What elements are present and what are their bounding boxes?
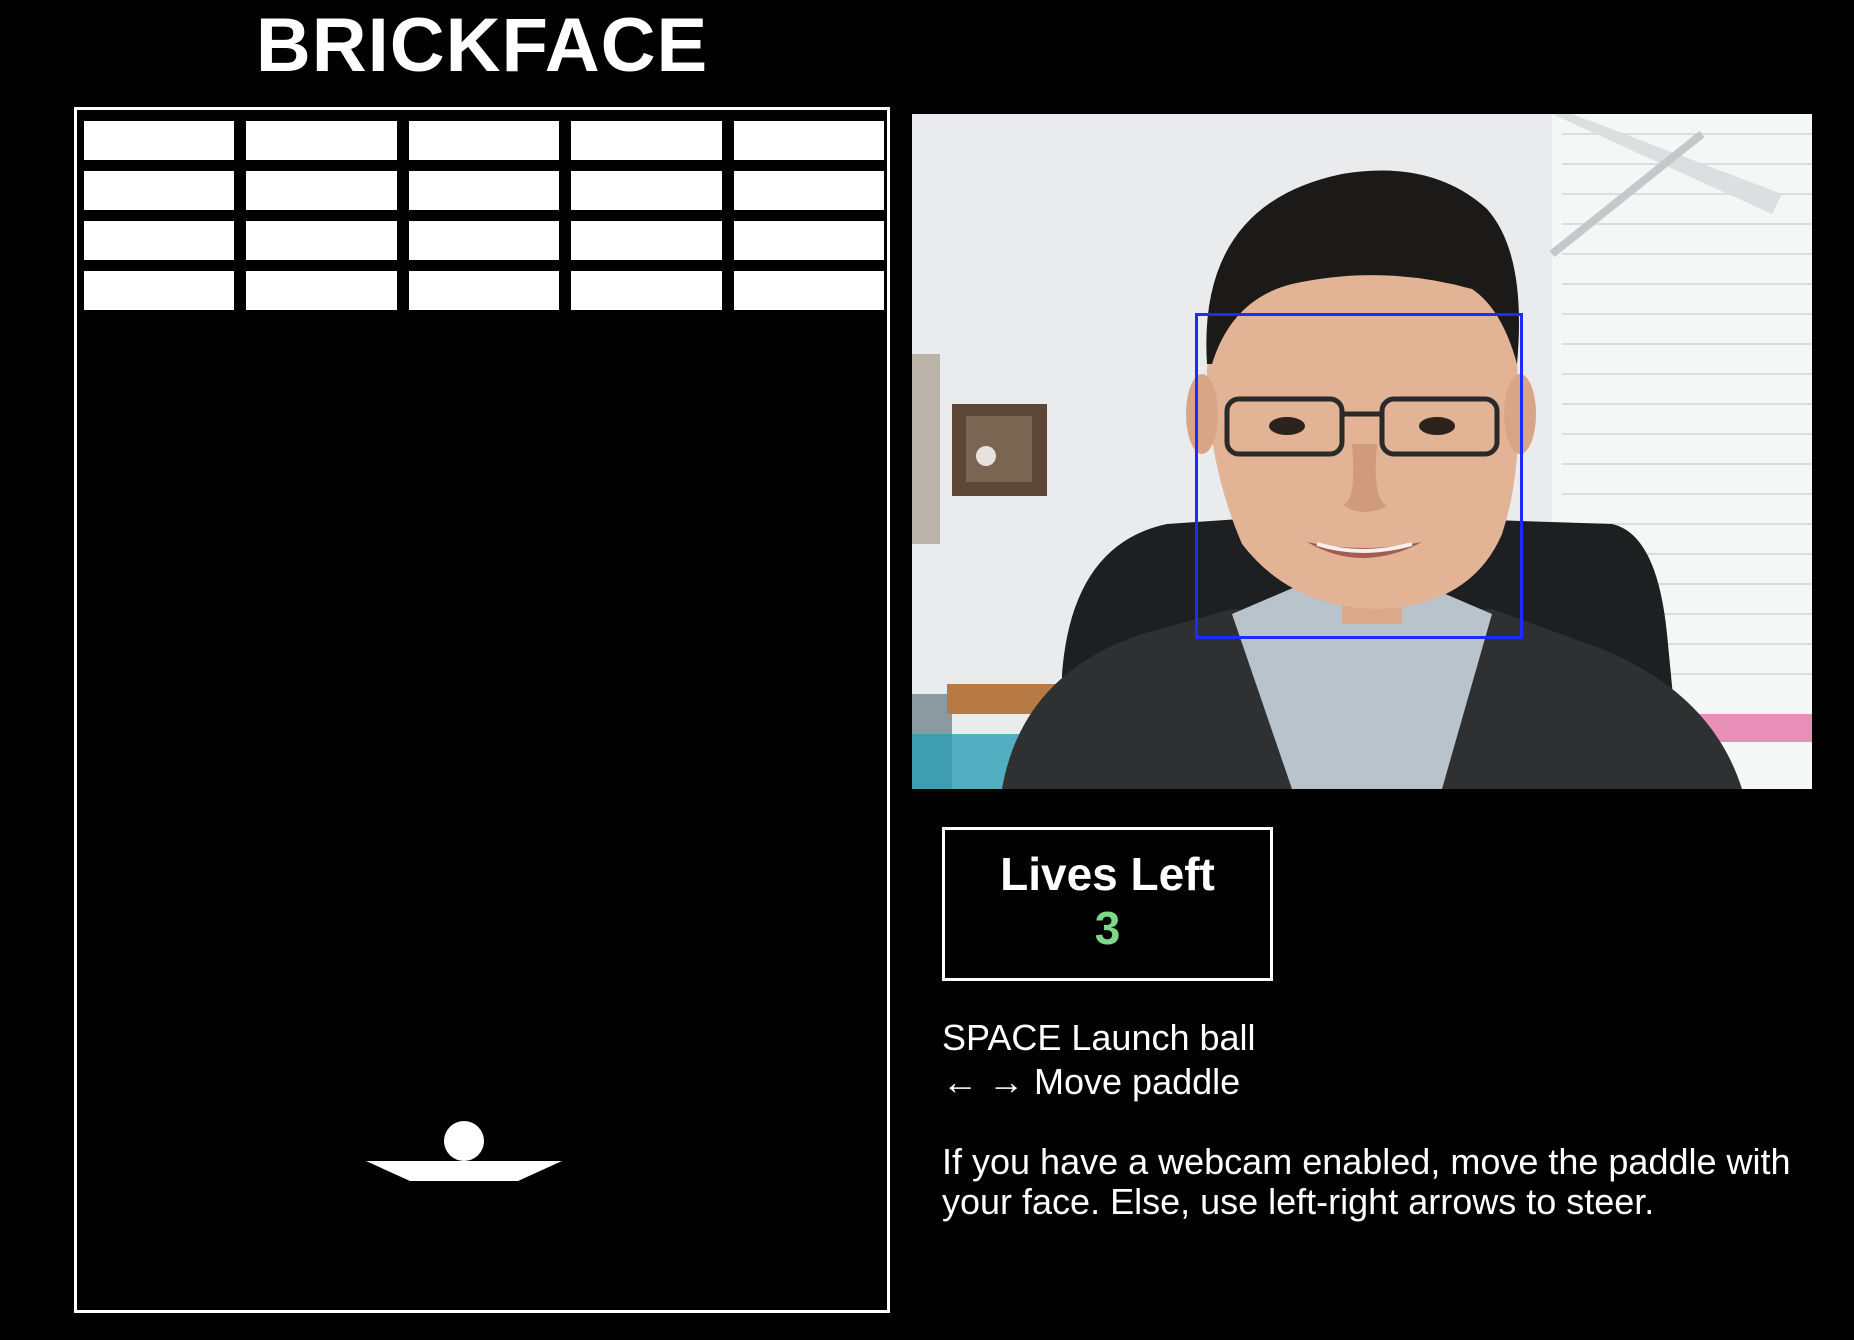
control-key: SPACE [942,1017,1062,1058]
brick [571,121,722,160]
game-title: BRICKFACE [255,3,709,88]
brick [84,221,235,260]
lives-panel: Lives Left 3 [942,827,1273,981]
brick [571,271,722,310]
controls-list: SPACE Launch ball ← → Move paddle [942,1016,1256,1104]
brick [408,221,560,260]
brick [84,121,235,160]
brick [246,121,397,160]
brick [733,171,884,210]
control-move: ← → Move paddle [942,1060,1256,1104]
help-text: If you have a webcam enabled, move the p… [942,1141,1791,1222]
brick [408,271,560,310]
brick [84,171,235,210]
control-action: Launch ball [1071,1017,1256,1058]
webcam-feed [912,114,1812,789]
control-action: Move paddle [1034,1061,1241,1102]
brick [246,221,397,260]
face-detection-box [1195,313,1523,639]
ball [444,1121,484,1161]
brick [408,171,560,210]
brick [733,271,884,310]
brick [246,271,397,310]
brick [571,171,722,210]
brick [733,121,884,160]
brick [246,171,397,210]
game-board[interactable] [74,107,890,1313]
lives-count: 3 [1094,902,1121,954]
brick [571,221,722,260]
brick [84,271,235,310]
brick-grid [84,121,884,310]
brick [408,121,560,160]
lives-label: Lives Left [1000,848,1215,900]
brick [733,221,884,260]
control-key: ← → [942,1061,1025,1102]
control-launch: SPACE Launch ball [942,1016,1256,1060]
paddle[interactable] [366,1159,562,1183]
